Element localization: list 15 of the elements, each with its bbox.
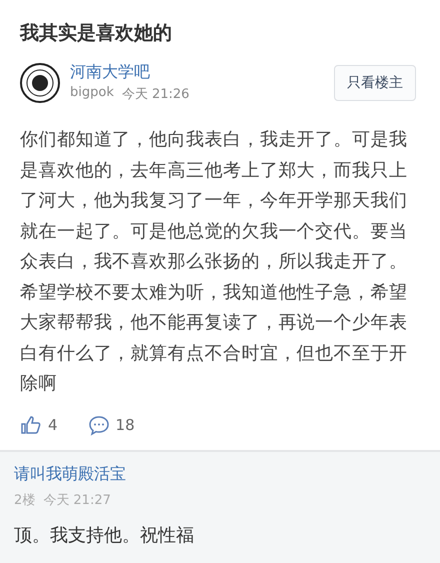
reply-username[interactable]: 请叫我萌殿活宝 [14,464,126,484]
thumbs-up-icon[interactable] [20,414,42,436]
author-name[interactable]: bigpok [70,85,114,103]
forum-avatar[interactable] [20,62,60,102]
post-time: 今天 21:26 [122,86,190,103]
comment-count: 18 [116,416,135,434]
reply-text: 顶。我支持他。祝性福 [14,524,194,546]
only-op-button[interactable]: 只看楼主 [334,64,416,100]
reply-time: 今天 21:27 [43,492,111,508]
floor-number: 2楼 [14,492,36,508]
forum-name[interactable]: 河南大学吧 [70,62,150,83]
like-count: 4 [48,416,58,434]
comment-icon[interactable] [88,414,110,436]
post-body: 你们都知道了，他向我表白，我走开了。可是我是喜欢他的，去年高三他考上了郑大，而我只上了河大，他为我复习了一年，今年开学那天我们就在一起了。可是他总觉的欠我一个交代。要当众表白，我不喜欢那么张扬的，所以我走开了。希望学校不要太难为听，我知道他性子急，希望大家帮帮我，他不能再复读了，再说一个少年表白有什么了，就算有点不合时宜，但也不至于开除啊 [20,128,408,396]
post-title: 我其实是喜欢她的 [20,21,172,46]
